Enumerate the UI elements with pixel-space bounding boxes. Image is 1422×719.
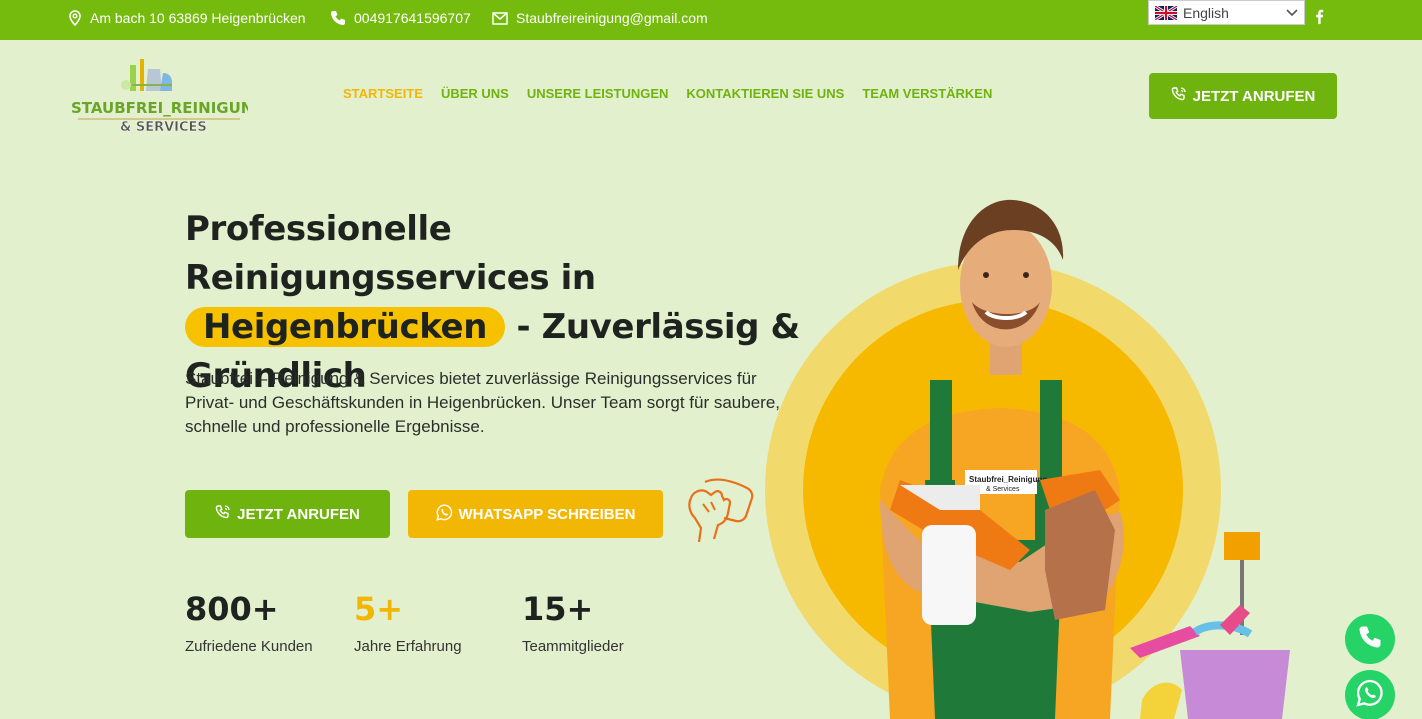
location-icon bbox=[68, 10, 82, 26]
chevron-down-icon bbox=[1286, 8, 1298, 17]
badge-line2: & Services bbox=[986, 486, 1020, 493]
nav-item-leistungen[interactable]: UNSERE LEISTUNGEN bbox=[527, 86, 669, 101]
stat-label: Teammitglieder bbox=[522, 638, 624, 655]
cleaning-hand-icon bbox=[683, 476, 758, 548]
header-call-button[interactable]: JETZT ANRUFEN bbox=[1149, 73, 1337, 119]
header-call-label: JETZT ANRUFEN bbox=[1192, 87, 1316, 105]
stat-label: Jahre Erfahrung bbox=[354, 638, 462, 655]
stat-experience: 5+ Jahre Erfahrung bbox=[354, 590, 462, 655]
hero-title-prefix: Professionelle Reinigungsservices in bbox=[185, 209, 596, 298]
floating-call-button[interactable] bbox=[1345, 614, 1395, 664]
nav-item-kontakt[interactable]: KONTAKTIEREN SIE UNS bbox=[686, 86, 844, 101]
phone-info[interactable]: 004917641596707 bbox=[330, 0, 471, 36]
logo-line2: & SERVICES bbox=[120, 120, 207, 135]
hero-image: Staubfrei_Reinigung & Services bbox=[750, 180, 1370, 719]
language-label: English bbox=[1183, 4, 1229, 21]
hero-description: Staubfrei – Reinigung & Services bietet … bbox=[185, 369, 780, 436]
phone-icon bbox=[330, 10, 346, 26]
stat-number: 5+ bbox=[354, 590, 404, 628]
whatsapp-icon bbox=[1356, 679, 1384, 712]
hero-call-label: JETZT ANRUFEN bbox=[237, 505, 360, 523]
stat-team: 15+ Teammitglieder bbox=[522, 590, 624, 655]
badge-line1: Staubfrei_Reinigung bbox=[969, 475, 1047, 484]
whatsapp-icon bbox=[435, 503, 453, 525]
hero-call-button[interactable]: JETZT ANRUFEN bbox=[185, 490, 390, 538]
floating-whatsapp-button[interactable] bbox=[1345, 670, 1395, 719]
email-info[interactable]: Staubfreireinigung@gmail.com bbox=[492, 0, 708, 36]
whatsapp-label: WHATSAPP SCHREIBEN bbox=[458, 505, 636, 523]
address-text: Am bach 10 63869 Heigenbrücken bbox=[90, 10, 306, 26]
main-nav: STARTSEITE ÜBER UNS UNSERE LEISTUNGEN KO… bbox=[343, 86, 992, 101]
whatsapp-button[interactable]: WHATSAPP SCHREIBEN bbox=[408, 490, 663, 538]
phone-ring-icon bbox=[215, 504, 231, 524]
logo-line1: STAUBFREI_REINIGUNG bbox=[71, 99, 248, 117]
language-select[interactable]: English bbox=[1148, 0, 1305, 25]
phone-text: 004917641596707 bbox=[354, 10, 471, 26]
email-text: Staubfreireinigung@gmail.com bbox=[516, 10, 708, 26]
stat-customers: 800+ Zufriedene Kunden bbox=[185, 590, 313, 655]
nav-item-startseite[interactable]: STARTSEITE bbox=[343, 86, 423, 101]
stat-number: 800+ bbox=[185, 590, 279, 628]
phone-icon bbox=[1358, 625, 1382, 654]
top-bar: Am bach 10 63869 Heigenbrücken 004917641… bbox=[0, 0, 1422, 40]
hero-title-highlight: Heigenbrücken bbox=[185, 307, 505, 347]
email-icon bbox=[492, 11, 508, 25]
uk-flag-icon bbox=[1155, 5, 1177, 20]
facebook-icon[interactable] bbox=[1314, 8, 1328, 28]
nav-item-team[interactable]: TEAM VERSTÄRKEN bbox=[862, 86, 992, 101]
site-logo[interactable]: STAUBFREI_REINIGUNG & SERVICES bbox=[68, 55, 266, 140]
stat-number: 15+ bbox=[522, 590, 594, 628]
nav-item-ueber-uns[interactable]: ÜBER UNS bbox=[441, 86, 509, 101]
stat-label: Zufriedene Kunden bbox=[185, 638, 313, 655]
phone-ring-icon bbox=[1171, 86, 1187, 106]
address-info: Am bach 10 63869 Heigenbrücken bbox=[68, 0, 306, 36]
